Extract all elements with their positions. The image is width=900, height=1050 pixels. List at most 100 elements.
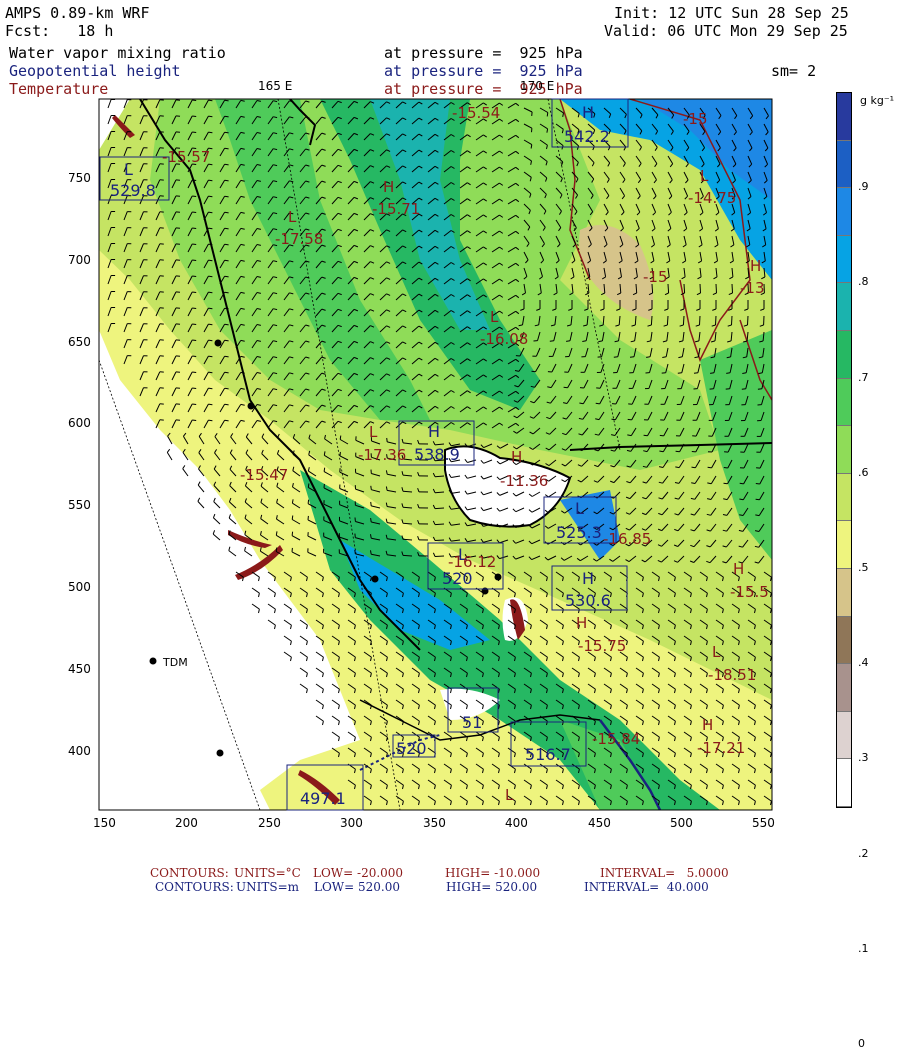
wind-barb-feather (208, 420, 212, 421)
temp-type: H (576, 614, 587, 632)
wind-barb-feather (387, 438, 388, 442)
wind-barb-feather (324, 468, 325, 472)
wind-barb-feather (225, 180, 229, 181)
wind-barb-feather (192, 372, 196, 373)
colorbar-segment (837, 569, 851, 617)
y-tick: 750 (68, 171, 91, 185)
wind-barb-feather (192, 356, 196, 357)
wind-barb-feather (192, 308, 196, 309)
colorbar-segment (837, 379, 851, 427)
temp-value: -17.21 (697, 739, 745, 757)
wind-barb-feather (598, 341, 602, 342)
y-tick: 400 (68, 744, 91, 758)
height-type: L (124, 160, 133, 179)
wind-barb-feather (225, 356, 229, 357)
colorbar-segment (837, 236, 851, 284)
colorbar-label: .8 (858, 275, 869, 288)
x-tick: 150 (93, 816, 116, 830)
wind-barb-feather (324, 451, 325, 455)
wind-barb-feather (742, 389, 746, 390)
wind-barb-feather (208, 340, 212, 341)
wind-barb-feather (192, 404, 196, 405)
wind-barb-feather (292, 532, 293, 536)
colorbar-label: 0 (858, 1037, 865, 1050)
footer-temp-label: CONTOURS: (150, 866, 229, 880)
colorbar-segment (837, 331, 851, 379)
x-tick: 350 (423, 816, 446, 830)
wind-barb-feather (308, 500, 309, 504)
wind-barb-feather (225, 404, 229, 405)
wind-barb-feather (192, 196, 196, 197)
wind-barb-feather (192, 420, 196, 421)
footer-temp-low: LOW= -20.000 (313, 866, 403, 880)
wind-barb (403, 555, 412, 556)
temp-value: -15 (683, 110, 708, 128)
wind-barb (635, 316, 636, 325)
station-dot (215, 340, 222, 347)
wind-barb-feather (659, 451, 663, 452)
wind-barb-feather (208, 388, 212, 389)
x-tick: 450 (588, 816, 611, 830)
temp-type: L (700, 167, 709, 185)
wind-barb (732, 284, 733, 293)
wind-barb-feather (192, 276, 196, 277)
wind-barb (700, 284, 701, 293)
station-dot (248, 403, 255, 410)
height-type: H (582, 569, 594, 588)
wind-barb-feather (192, 228, 196, 229)
wind-barb-feather (582, 341, 586, 342)
wind-barb-feather (225, 212, 229, 213)
wind-barb-feather (678, 373, 682, 374)
y-tick: 550 (68, 498, 91, 512)
wind-barb-feather (292, 516, 293, 520)
temp-type: H (383, 178, 394, 196)
wind-barb-feather (276, 548, 277, 552)
wind-barb-feather (628, 419, 632, 420)
longitude-label-170: 170 E (520, 79, 554, 93)
height-type: H (428, 422, 440, 441)
colorbar-segment (837, 712, 851, 760)
wind-barb-feather (531, 145, 532, 149)
wind-barb-feather (695, 357, 699, 358)
temp-type: H (511, 448, 522, 466)
colorbar-segment (837, 283, 851, 331)
wind-barb-feather (579, 403, 583, 404)
wind-barb (403, 523, 412, 524)
colorbar-segment (837, 426, 851, 474)
wind-barb (700, 316, 701, 325)
wind-barb (716, 316, 717, 325)
wind-barb-feather (547, 113, 548, 117)
wind-barb-feather (225, 372, 229, 373)
wind-barb-feather (192, 212, 196, 213)
x-tick: 400 (505, 816, 528, 830)
wind-barb-feather (192, 180, 196, 181)
y-tick: 500 (68, 580, 91, 594)
temp-type: L (712, 643, 721, 661)
wind-barb-feather (208, 276, 212, 277)
wind-barb-feather (208, 244, 212, 245)
colorbar-label: .6 (858, 466, 869, 479)
wind-barb-feather (276, 531, 277, 535)
wind-barb-feather (371, 550, 372, 554)
colorbar-segment (837, 474, 851, 522)
temp-value: -17.36 (358, 446, 406, 464)
wind-barb-feather (208, 372, 212, 373)
height-type: H (582, 103, 594, 122)
y-tick: 450 (68, 662, 91, 676)
x-tick: 300 (340, 816, 363, 830)
height-value: 520 (396, 739, 427, 758)
y-tick: 700 (68, 253, 91, 267)
wind-barb-feather (547, 129, 548, 133)
wind-barb-feather (694, 373, 698, 374)
height-value: 51 (462, 713, 482, 732)
wind-barb-feather (225, 244, 229, 245)
wind-barb-feather (225, 340, 229, 341)
height-value: 538.9 (414, 445, 460, 464)
x-tick: 250 (258, 816, 281, 830)
wind-barb-feather (660, 435, 664, 436)
wind-barb (684, 284, 685, 293)
wind-barb-feather (566, 341, 570, 342)
wind-barb-feather (308, 484, 309, 488)
wind-barb-feather (739, 499, 743, 500)
wind-barb-feather (208, 308, 212, 309)
